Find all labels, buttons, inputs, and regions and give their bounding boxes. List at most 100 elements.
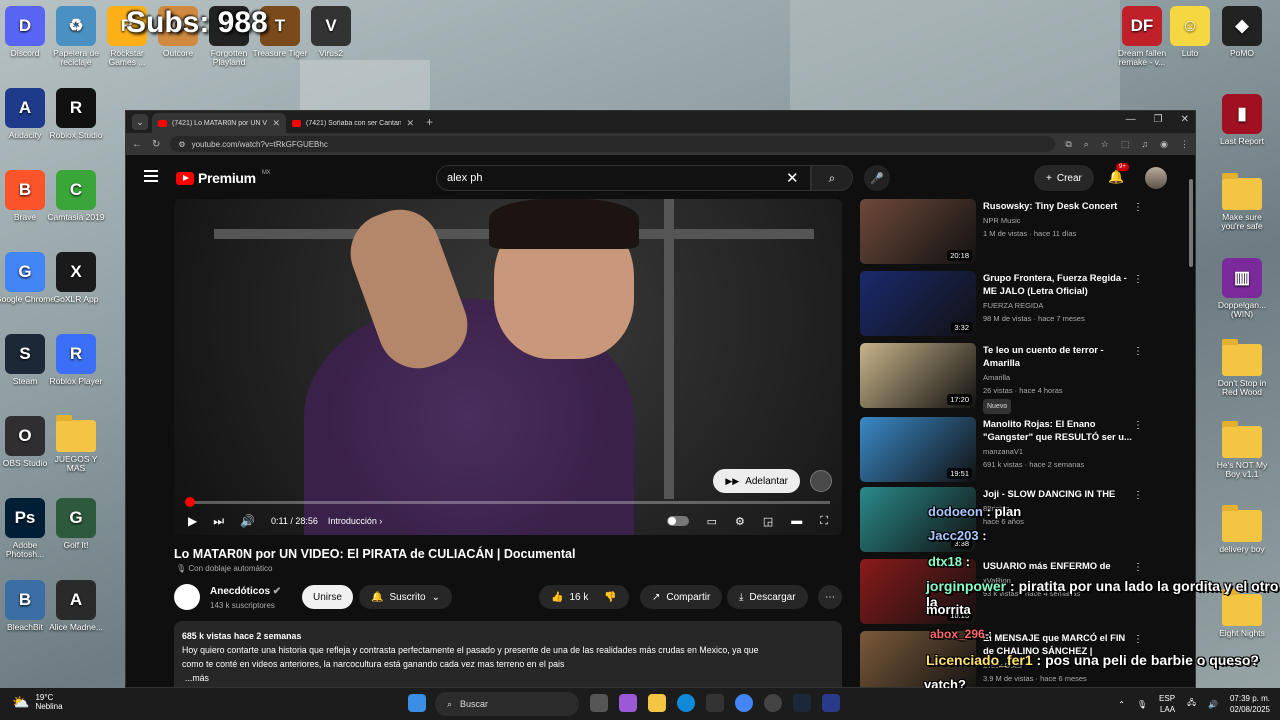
desktop-icon[interactable]: A Alice Madne... bbox=[45, 580, 107, 632]
mic-icon[interactable]: 🎙 bbox=[1137, 700, 1147, 709]
video-thumbnail[interactable]: 20:18 bbox=[860, 199, 976, 264]
thumbs-down-icon[interactable]: 👎 bbox=[604, 592, 616, 603]
more-options-icon[interactable]: ⋮ bbox=[1133, 562, 1143, 573]
desktop-icon[interactable]: He's NOT My Boy v1.1 bbox=[1210, 421, 1274, 480]
reload-icon[interactable]: ↻ bbox=[152, 139, 160, 150]
edge-icon[interactable] bbox=[677, 694, 695, 712]
more-options-icon[interactable]: ⋮ bbox=[1133, 346, 1143, 357]
volume-icon[interactable]: 🔊 bbox=[1208, 700, 1218, 709]
goxlr-icon[interactable] bbox=[706, 694, 724, 712]
related-video[interactable]: 19:51 Manolito Rojas: El Enano "Gangster"… bbox=[860, 417, 1180, 483]
chapter-button[interactable]: Introducción › bbox=[328, 516, 383, 526]
weather-widget[interactable]: ⛅ 19°C Neblina bbox=[12, 693, 63, 711]
back-icon[interactable]: ← bbox=[132, 139, 142, 150]
start-icon[interactable] bbox=[408, 694, 426, 712]
tab-search-button[interactable]: ⌄ bbox=[132, 114, 148, 130]
desktop-icon[interactable]: Don't Stop in Red Wood bbox=[1210, 339, 1274, 398]
profile-icon[interactable]: ◉ bbox=[1160, 139, 1168, 150]
settings-gear-icon[interactable]: ⚙ bbox=[735, 515, 745, 528]
desktop-icon[interactable]: ▮ Last Report bbox=[1210, 94, 1274, 146]
kebab-menu-icon[interactable]: ⋮ bbox=[1180, 139, 1189, 150]
file-explorer-icon[interactable] bbox=[648, 694, 666, 712]
zoom-icon[interactable]: ⌕ bbox=[1084, 139, 1089, 150]
url-bar[interactable]: ⚙ youtube.com/watch?v=tRkGFGUEBhc bbox=[170, 136, 1056, 152]
skip-forward-button[interactable]: ▶▶ Adelantar bbox=[713, 469, 800, 493]
channel-name[interactable]: Anecdóticos ✔ bbox=[210, 586, 281, 597]
install-icon[interactable]: ⧉ bbox=[1065, 139, 1071, 150]
new-tab-button[interactable]: + bbox=[426, 115, 433, 129]
task-view-icon[interactable] bbox=[590, 694, 608, 712]
close-window-icon[interactable]: ✕ bbox=[1181, 114, 1189, 125]
hamburger-menu-icon[interactable] bbox=[144, 170, 158, 182]
miniplayer-icon[interactable]: ◲ bbox=[763, 515, 773, 528]
more-options-icon[interactable]: ⋮ bbox=[1133, 274, 1143, 285]
subtitles-icon[interactable]: ▭ bbox=[707, 515, 717, 528]
show-more-link[interactable]: ...más bbox=[182, 671, 834, 685]
more-options-icon[interactable]: ⋮ bbox=[1133, 634, 1143, 645]
copilot-icon[interactable] bbox=[619, 694, 637, 712]
youtube-logo[interactable]: Premium MX bbox=[176, 170, 271, 186]
volume-icon[interactable]: 🔊 bbox=[240, 514, 255, 528]
share-button[interactable]: ↗ Compartir bbox=[640, 585, 723, 609]
scrollbar[interactable] bbox=[1189, 179, 1193, 267]
tab-active[interactable]: (7421) Lo MATAR0N por UN VI ✕ bbox=[152, 113, 286, 133]
related-video[interactable]: 3:32 Grupo Frontera, Fuerza Regida - ME J… bbox=[860, 271, 1180, 337]
autoplay-toggle[interactable] bbox=[666, 516, 689, 526]
language-indicator[interactable]: ESP LAA bbox=[1159, 693, 1175, 715]
search-input[interactable] bbox=[436, 165, 811, 191]
site-info-icon[interactable]: ⚙ bbox=[178, 140, 185, 149]
related-title[interactable]: Te leo un cuento de terror - Amarilla Ama… bbox=[983, 343, 1133, 414]
close-icon[interactable]: ✕ bbox=[272, 118, 280, 129]
maximize-icon[interactable]: ❐ bbox=[1154, 114, 1163, 125]
voice-search-button[interactable]: 🎤 bbox=[864, 165, 890, 191]
desktop-icon[interactable]: C Camtasia 2019 bbox=[45, 170, 107, 222]
desktop-icon[interactable]: Make sure you're safe bbox=[1210, 173, 1274, 232]
description-box[interactable]: 685 k vistas hace 2 semanas Hoy quiero c… bbox=[174, 621, 842, 687]
network-icon[interactable]: 🖧 bbox=[1187, 697, 1196, 711]
avatar[interactable] bbox=[1145, 167, 1167, 189]
steam-icon[interactable] bbox=[793, 694, 811, 712]
related-channel[interactable]: NPR Music bbox=[983, 214, 1133, 227]
clock[interactable]: 07:39 p. m. 02/08/2025 bbox=[1230, 693, 1270, 715]
desktop-icon[interactable]: R Roblox Studio bbox=[45, 88, 107, 140]
clear-search-icon[interactable]: ✕ bbox=[786, 169, 799, 187]
desktop-icon[interactable]: ▥ Doppelgan... (WIN) bbox=[1210, 258, 1274, 320]
obs-icon[interactable] bbox=[764, 694, 782, 712]
video-player[interactable]: ▶▶ Adelantar ▶ ⏭ 🔊 0:11 / 28:56 Introducc… bbox=[174, 199, 842, 535]
close-icon[interactable]: ✕ bbox=[406, 118, 414, 129]
related-channel[interactable]: manzanaV1 bbox=[983, 445, 1133, 458]
search-button[interactable]: ⌕ bbox=[811, 165, 853, 191]
more-options-icon[interactable]: ⋮ bbox=[1133, 202, 1143, 213]
desktop-icon[interactable]: R Roblox Player bbox=[45, 334, 107, 386]
media-icon[interactable]: ♫ bbox=[1141, 139, 1148, 150]
related-title[interactable]: Manolito Rojas: El Enano "Gangster" que … bbox=[983, 417, 1133, 471]
channel-watermark[interactable] bbox=[810, 470, 832, 492]
progress-bar[interactable] bbox=[185, 497, 830, 507]
related-video[interactable]: 17:20 Te leo un cuento de terror - Amaril… bbox=[860, 343, 1180, 414]
fullscreen-icon[interactable]: ⛶ bbox=[820, 515, 828, 528]
taskbar-search[interactable]: ⌕ Buscar bbox=[435, 692, 579, 716]
tab-inactive[interactable]: (7421) Soñaba con ser Cantante ✕ bbox=[286, 113, 420, 133]
create-button[interactable]: + Crear bbox=[1034, 165, 1094, 191]
chevron-up-icon[interactable]: ⌃ bbox=[1118, 700, 1125, 709]
extensions-icon[interactable]: ⬚ bbox=[1121, 139, 1130, 150]
join-button[interactable]: Unirse bbox=[302, 585, 353, 609]
desktop-icon[interactable]: V Virus2 bbox=[300, 6, 362, 58]
app-icon[interactable] bbox=[822, 694, 840, 712]
video-thumbnail[interactable]: 17:20 bbox=[860, 343, 976, 408]
video-thumbnail[interactable]: 3:32 bbox=[860, 271, 976, 336]
more-actions-button[interactable]: ⋯ bbox=[818, 585, 842, 609]
related-video[interactable]: 3:38 Joji - SLOW DANCING IN THE 88rising ha… bbox=[860, 487, 1180, 553]
download-button[interactable]: ⤓ Descargar bbox=[727, 585, 808, 609]
video-thumbnail[interactable]: 19:51 bbox=[860, 417, 976, 482]
star-icon[interactable]: ☆ bbox=[1101, 139, 1109, 150]
desktop-icon[interactable]: ◆ PoMO bbox=[1210, 6, 1274, 58]
related-channel[interactable]: FUERZA REGIDA bbox=[983, 299, 1133, 312]
related-video[interactable]: 20:18 Rusowsky: Tiny Desk Concert NPR Musi… bbox=[860, 199, 1180, 265]
subscribed-button[interactable]: 🔔 Suscrito ⌄ bbox=[359, 585, 452, 609]
more-options-icon[interactable]: ⋮ bbox=[1133, 490, 1143, 501]
channel-avatar[interactable] bbox=[174, 584, 200, 610]
chrome-icon[interactable] bbox=[735, 694, 753, 712]
next-icon[interactable]: ⏭ bbox=[213, 514, 224, 529]
bell-icon[interactable]: 🔔 bbox=[1108, 169, 1124, 185]
